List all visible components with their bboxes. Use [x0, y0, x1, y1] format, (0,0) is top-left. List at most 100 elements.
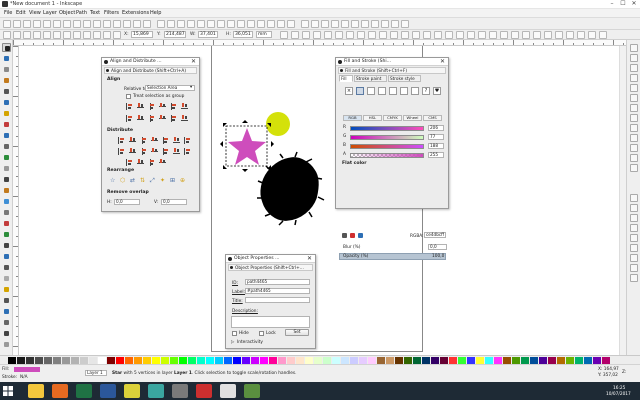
chevron-down-icon[interactable]: ▾: [190, 85, 192, 90]
distribute-button[interactable]: [129, 137, 136, 144]
palette-swatch[interactable]: [179, 357, 187, 364]
treat-group-checkbox[interactable]: Treat selection as group: [133, 94, 184, 99]
align-button[interactable]: [170, 103, 177, 110]
id-input[interactable]: path4465: [245, 279, 310, 285]
align-button[interactable]: [181, 115, 188, 122]
palette-swatch[interactable]: [233, 357, 241, 364]
palette-swatch[interactable]: [80, 357, 88, 364]
tab-fill[interactable]: Fill: [339, 75, 353, 82]
palette-swatch[interactable]: [44, 357, 52, 364]
color-mode-tab[interactable]: CMYK: [383, 115, 402, 121]
align-button[interactable]: [126, 103, 133, 110]
close-icon[interactable]: ✕: [438, 58, 447, 65]
palette-swatch[interactable]: [287, 357, 295, 364]
taskbar-firefox-icon[interactable]: [52, 384, 68, 398]
channel-slider[interactable]: [350, 144, 424, 149]
overlap-h-input[interactable]: 0,0: [114, 199, 140, 205]
palette-swatch[interactable]: [449, 357, 457, 364]
rearrange-button[interactable]: ⊞: [170, 177, 175, 184]
color-tool-icon[interactable]: [350, 233, 355, 238]
palette-swatch[interactable]: [296, 357, 304, 364]
align-button[interactable]: [159, 103, 166, 110]
palette-swatch[interactable]: [575, 357, 583, 364]
paint-type-button[interactable]: [367, 87, 375, 95]
title-input[interactable]: [245, 297, 310, 303]
palette-swatch[interactable]: [341, 357, 349, 364]
palette-swatch[interactable]: [323, 357, 331, 364]
palette-swatch[interactable]: [350, 357, 358, 364]
rearrange-button[interactable]: ⊕: [180, 177, 185, 184]
distribute-button[interactable]: [129, 148, 136, 155]
palette-swatch[interactable]: [197, 357, 205, 364]
tab-stroke-style[interactable]: Stroke style: [388, 75, 421, 82]
palette-swatch[interactable]: [269, 357, 277, 364]
palette-swatch[interactable]: [368, 357, 376, 364]
palette-swatch[interactable]: [530, 357, 538, 364]
paint-type-button[interactable]: [411, 87, 419, 95]
stroke-indicator-value[interactable]: N/A: [20, 375, 28, 380]
palette-swatch[interactable]: [305, 357, 313, 364]
color-tool-icon[interactable]: [358, 233, 363, 238]
rearrange-button[interactable]: ⇄: [130, 177, 135, 184]
palette-swatch[interactable]: [566, 357, 574, 364]
taskbar-inkscape-icon[interactable]: [220, 384, 236, 398]
palette-swatch[interactable]: [593, 357, 601, 364]
taskbar-explorer-icon[interactable]: [28, 384, 44, 398]
color-mode-tab[interactable]: CMS: [423, 115, 442, 121]
lock-checkbox[interactable]: [259, 331, 264, 336]
close-icon[interactable]: ✕: [305, 255, 314, 262]
align-button[interactable]: [181, 103, 188, 110]
palette-swatch[interactable]: [476, 357, 484, 364]
palette-swatch[interactable]: [458, 357, 466, 364]
taskbar-app10-icon[interactable]: [244, 384, 260, 398]
align-button[interactable]: [137, 103, 144, 110]
palette-swatch[interactable]: [53, 357, 61, 364]
paint-type-button[interactable]: [356, 87, 364, 95]
rearrange-button[interactable]: ☆: [110, 177, 115, 184]
channel-value[interactable]: 206: [428, 125, 444, 131]
distribute-button[interactable]: [137, 159, 144, 166]
hide-checkbox[interactable]: [232, 331, 237, 336]
palette-swatch[interactable]: [584, 357, 592, 364]
palette-swatch[interactable]: [413, 357, 421, 364]
palette-swatch[interactable]: [134, 357, 142, 364]
distribute-button[interactable]: [159, 159, 166, 166]
overlap-v-input[interactable]: 0,0: [161, 199, 187, 205]
palette-swatch[interactable]: [116, 357, 124, 364]
channel-value[interactable]: 77: [428, 134, 444, 140]
taskbar-word-icon[interactable]: [100, 384, 116, 398]
palette-swatch[interactable]: [314, 357, 322, 364]
opacity-value[interactable]: 100,0: [432, 254, 444, 259]
fill-indicator-swatch[interactable]: [14, 367, 40, 372]
distribute-button[interactable]: [140, 148, 147, 155]
palette-swatch[interactable]: [602, 357, 610, 364]
palette-swatch[interactable]: [512, 357, 520, 364]
description-textarea[interactable]: [231, 316, 310, 328]
palette-swatch[interactable]: [404, 357, 412, 364]
color-tool-icon[interactable]: [342, 233, 347, 238]
palette-swatch[interactable]: [539, 357, 547, 364]
treat-group-checkbox-box[interactable]: [126, 94, 131, 99]
palette-swatch[interactable]: [152, 357, 160, 364]
distribute-button[interactable]: [173, 137, 180, 144]
paint-type-button[interactable]: ×: [345, 87, 353, 95]
palette-swatch[interactable]: [125, 357, 133, 364]
palette-swatch[interactable]: [395, 357, 403, 364]
palette-swatch[interactable]: [8, 357, 16, 364]
channel-value[interactable]: 188: [428, 143, 444, 149]
distribute-button[interactable]: [118, 137, 125, 144]
palette-swatch[interactable]: [35, 357, 43, 364]
palette-swatch[interactable]: [71, 357, 79, 364]
palette-swatch[interactable]: [377, 357, 385, 364]
align-button[interactable]: [137, 115, 144, 122]
channel-slider[interactable]: [350, 126, 424, 131]
palette-swatch[interactable]: [251, 357, 259, 364]
palette-swatch[interactable]: [62, 357, 70, 364]
set-button[interactable]: Set: [285, 329, 309, 336]
channel-slider[interactable]: [350, 153, 424, 158]
close-icon[interactable]: ✕: [189, 58, 198, 65]
palette-swatch[interactable]: [278, 357, 286, 364]
align-dialog-titlebar[interactable]: Align and Distribute ... ✕: [102, 58, 199, 66]
palette-swatch[interactable]: [224, 357, 232, 364]
distribute-button[interactable]: [162, 137, 169, 144]
